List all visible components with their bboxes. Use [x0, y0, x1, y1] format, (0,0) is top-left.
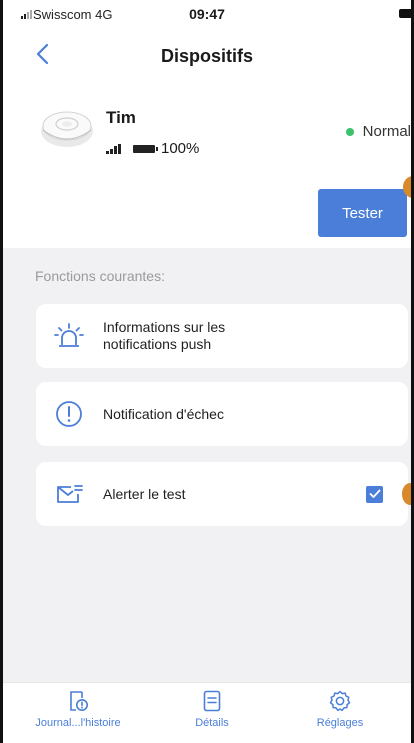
test-button[interactable]: Tester	[318, 189, 407, 237]
status-dot-icon	[345, 127, 354, 136]
tab-details[interactable]: Détails	[152, 689, 272, 729]
touch-indicator	[402, 483, 411, 505]
section-label: Fonctions courantes:	[35, 268, 165, 284]
history-doc-icon	[70, 691, 88, 711]
device-meta: 100%	[106, 140, 199, 157]
device-name: Tim	[106, 108, 136, 127]
siren-icon	[54, 323, 84, 347]
tab-label: Réglages	[316, 717, 364, 729]
alert-test-checkbox[interactable]	[366, 485, 383, 503]
tab-label: Journal...l'histoire	[35, 717, 121, 729]
function-item-alert-test[interactable]: Alerter le test	[36, 462, 411, 526]
function-label: Alerter le test	[103, 485, 186, 502]
status-label: Normal	[362, 123, 411, 140]
battery-icon	[399, 9, 411, 18]
document-icon	[203, 690, 221, 712]
battery-level-icon	[133, 144, 158, 153]
checkmark-icon	[369, 489, 380, 498]
function-label: Notification d'échec	[103, 405, 224, 422]
signal-strength-icon	[106, 143, 121, 154]
status-badge: Normal	[345, 123, 411, 140]
tab-history[interactable]: Journal...l'histoire	[18, 689, 138, 729]
tab-settings[interactable]: Réglages	[280, 689, 400, 729]
function-item-push-info[interactable]: Informations sur les notifications push	[36, 304, 408, 368]
smoke-detector-icon	[41, 111, 93, 147]
alert-circle-icon	[56, 401, 82, 427]
gear-icon	[329, 690, 351, 712]
tab-bar: Journal...l'histoire Détails Réglages	[3, 682, 411, 743]
function-item-failure-notification[interactable]: Notification d'échec	[36, 382, 408, 446]
battery-percent: 100%	[161, 140, 200, 157]
nav-bar: Dispositifs	[3, 28, 411, 78]
functions-area: Fonctions courantes: Informations sur le…	[3, 248, 411, 683]
page-title: Dispositifs	[160, 46, 253, 66]
device-card: Tim 100% Normal Tester	[3, 78, 411, 248]
function-label: Informations sur les notifications push	[103, 319, 226, 352]
mail-alert-icon	[57, 485, 83, 503]
clock: 09:47	[189, 6, 225, 22]
status-bar: Swisscom 4G 09:47	[3, 0, 411, 28]
phone-frame: Swisscom 4G 09:47 Dispositifs Tim 100% N…	[0, 0, 414, 743]
tab-label: Détails	[195, 717, 229, 729]
